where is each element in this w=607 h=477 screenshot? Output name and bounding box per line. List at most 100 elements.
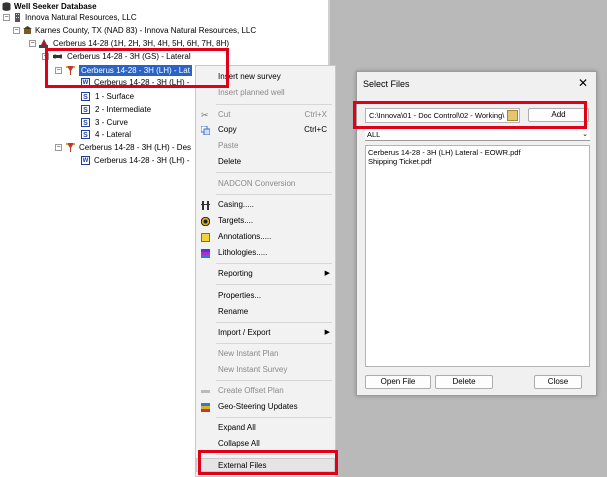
menu-item-new-instant-survey[interactable]: New Instant Survey xyxy=(196,363,335,377)
wellbore-icon xyxy=(66,66,75,75)
menu-label: External Files xyxy=(218,461,267,470)
menu-item-lithologies[interactable]: Lithologies..... xyxy=(196,246,335,260)
tree-node-section[interactable]: S 1 - Surface xyxy=(0,91,200,102)
menu-label: Collapse All xyxy=(218,439,260,448)
menu-item-annotations[interactable]: Annotations..... xyxy=(196,230,335,244)
database-icon xyxy=(2,2,11,11)
pad-icon xyxy=(39,39,48,48)
tree-section-label: 3 - Curve xyxy=(95,118,128,127)
submenu-arrow-icon: ▶ xyxy=(324,270,330,277)
menu-label: Geo-Steering Updates xyxy=(218,402,298,411)
menu-separator xyxy=(216,417,332,418)
collapse-icon[interactable]: − xyxy=(3,14,10,21)
menu-label: Rename xyxy=(218,307,249,316)
note-icon xyxy=(201,233,210,242)
menu-separator xyxy=(216,322,332,323)
tree-node-design[interactable]: − Cerberus 14-28 - 3H (LH) - Des xyxy=(0,142,200,153)
tree-node-survey[interactable]: W Cerberus 14-28 - 3H (LH) - xyxy=(0,77,215,88)
submenu-arrow-icon: ▶ xyxy=(324,329,330,336)
add-button[interactable]: Add xyxy=(528,108,589,122)
list-item[interactable]: Shipping Ticket.pdf xyxy=(368,157,431,166)
menu-item-collapse-all[interactable]: Collapse All xyxy=(196,437,335,451)
menu-label: New Instant Plan xyxy=(218,349,279,358)
menu-item-create-offset-plan[interactable]: Create Offset Plan xyxy=(196,384,335,398)
list-item[interactable]: Cerberus 14-28 - 3H (LH) Lateral - EOWR.… xyxy=(368,148,521,157)
menu-item-delete[interactable]: Delete xyxy=(196,155,335,169)
county-icon xyxy=(23,26,32,34)
tree-node-pad[interactable]: − Cerberus 14-28 (1H, 2H, 3H, 4H, 5H, 6H… xyxy=(0,38,300,49)
tree-node-section[interactable]: S 3 - Curve xyxy=(0,117,200,128)
scissors-icon: ✂ xyxy=(201,110,209,120)
tree-node-operator[interactable]: − Innova Natural Resources, LLC xyxy=(0,12,200,23)
survey-w-icon: W xyxy=(81,78,90,87)
menu-label: Paste xyxy=(218,141,239,150)
menu-label: Insert planned well xyxy=(218,88,285,97)
tree-node-section[interactable]: S 2 - Intermediate xyxy=(0,104,200,115)
menu-label: Create Offset Plan xyxy=(218,386,284,395)
tree-section-label: 1 - Surface xyxy=(95,92,135,101)
menu-label: Delete xyxy=(218,157,242,166)
menu-item-properties[interactable]: Properties... xyxy=(196,289,335,303)
tree-design-label: Cerberus 14-28 - 3H (LH) - Des xyxy=(79,143,192,152)
offset-plan-icon xyxy=(201,390,210,393)
casing-icon xyxy=(201,201,210,210)
menu-item-expand-all[interactable]: Expand All xyxy=(196,421,335,435)
menu-label: Copy xyxy=(218,125,237,134)
menu-item-nadcon[interactable]: NADCON Conversion xyxy=(196,177,335,191)
tree-node-well[interactable]: − Cerberus 14-28 - 3H (GS) - Lateral xyxy=(0,51,220,62)
menu-item-targets[interactable]: Targets.... xyxy=(196,214,335,228)
menu-label: Properties... xyxy=(218,291,262,300)
menu-item-insert-planned-well[interactable]: Insert planned well xyxy=(196,86,335,100)
tree-operator-label: Innova Natural Resources, LLC xyxy=(25,13,137,22)
tree-node-county[interactable]: − Karnes County, TX (NAD 83) - Innova Na… xyxy=(0,25,300,36)
menu-item-new-instant-plan[interactable]: New Instant Plan xyxy=(196,347,335,361)
delete-button[interactable]: Delete xyxy=(435,375,493,389)
menu-label: NADCON Conversion xyxy=(218,179,296,188)
file-filter-select[interactable]: ALL ⌄ xyxy=(365,129,590,141)
lithology-icon xyxy=(201,249,210,258)
menu-separator xyxy=(216,263,332,264)
collapse-icon[interactable]: − xyxy=(42,53,49,60)
menu-item-rename[interactable]: Rename xyxy=(196,305,335,319)
tree-node-root[interactable]: Well Seeker Database xyxy=(0,1,200,12)
menu-separator xyxy=(216,454,332,455)
folder-browse-icon[interactable] xyxy=(507,110,518,121)
collapse-icon[interactable]: − xyxy=(55,144,62,151)
file-list[interactable]: Cerberus 14-28 - 3H (LH) Lateral - EOWR.… xyxy=(365,145,590,367)
menu-item-geo-steering[interactable]: Geo-Steering Updates xyxy=(196,400,335,414)
dialog-title: Select Files xyxy=(363,79,410,89)
menu-label: Casing..... xyxy=(218,200,255,209)
menu-item-copy[interactable]: Copy Ctrl+C xyxy=(196,123,335,137)
tree-wellbore-label: Cerberus 14-28 - 3H (LH) - Lat xyxy=(79,65,192,76)
menu-separator xyxy=(216,172,332,173)
copy-icon xyxy=(201,126,210,135)
collapse-icon[interactable]: − xyxy=(13,27,20,34)
open-file-button[interactable]: Open File xyxy=(365,375,431,389)
close-icon[interactable]: ✕ xyxy=(578,76,588,90)
operator-icon xyxy=(15,13,20,22)
menu-label: Import / Export xyxy=(218,328,271,337)
close-button[interactable]: Close xyxy=(534,375,582,389)
menu-label: Lithologies..... xyxy=(218,248,268,257)
tree-node-wellbore[interactable]: − Cerberus 14-28 - 3H (LH) - Lat xyxy=(0,65,215,76)
menu-label: Insert new survey xyxy=(218,72,281,81)
menu-item-cut[interactable]: ✂ Cut Ctrl+X xyxy=(196,108,335,122)
menu-separator xyxy=(216,104,332,105)
menu-item-external-files[interactable]: External Files xyxy=(196,458,335,472)
geo-steering-icon xyxy=(201,403,210,412)
menu-label: Cut xyxy=(218,110,231,119)
menu-item-paste[interactable]: Paste xyxy=(196,139,335,153)
menu-item-import-export[interactable]: Import / Export ▶ xyxy=(196,326,335,340)
menu-item-reporting[interactable]: Reporting ▶ xyxy=(196,267,335,281)
collapse-icon[interactable]: − xyxy=(55,67,62,74)
collapse-icon[interactable]: − xyxy=(29,40,36,47)
section-s-icon: S xyxy=(81,118,90,127)
tree-node-design-survey[interactable]: W Cerberus 14-28 - 3H (LH) - xyxy=(0,155,200,166)
menu-label: New Instant Survey xyxy=(218,365,288,374)
menu-shortcut: Ctrl+C xyxy=(304,125,327,134)
path-field[interactable]: C:\Innova\01 - Doc Control\02 - Working\ xyxy=(365,108,520,123)
tree-node-section[interactable]: S 4 - Lateral xyxy=(0,129,200,140)
menu-item-insert-new-survey[interactable]: Insert new survey xyxy=(196,70,335,84)
menu-item-casing[interactable]: Casing..... xyxy=(196,198,335,212)
menu-separator xyxy=(216,284,332,285)
